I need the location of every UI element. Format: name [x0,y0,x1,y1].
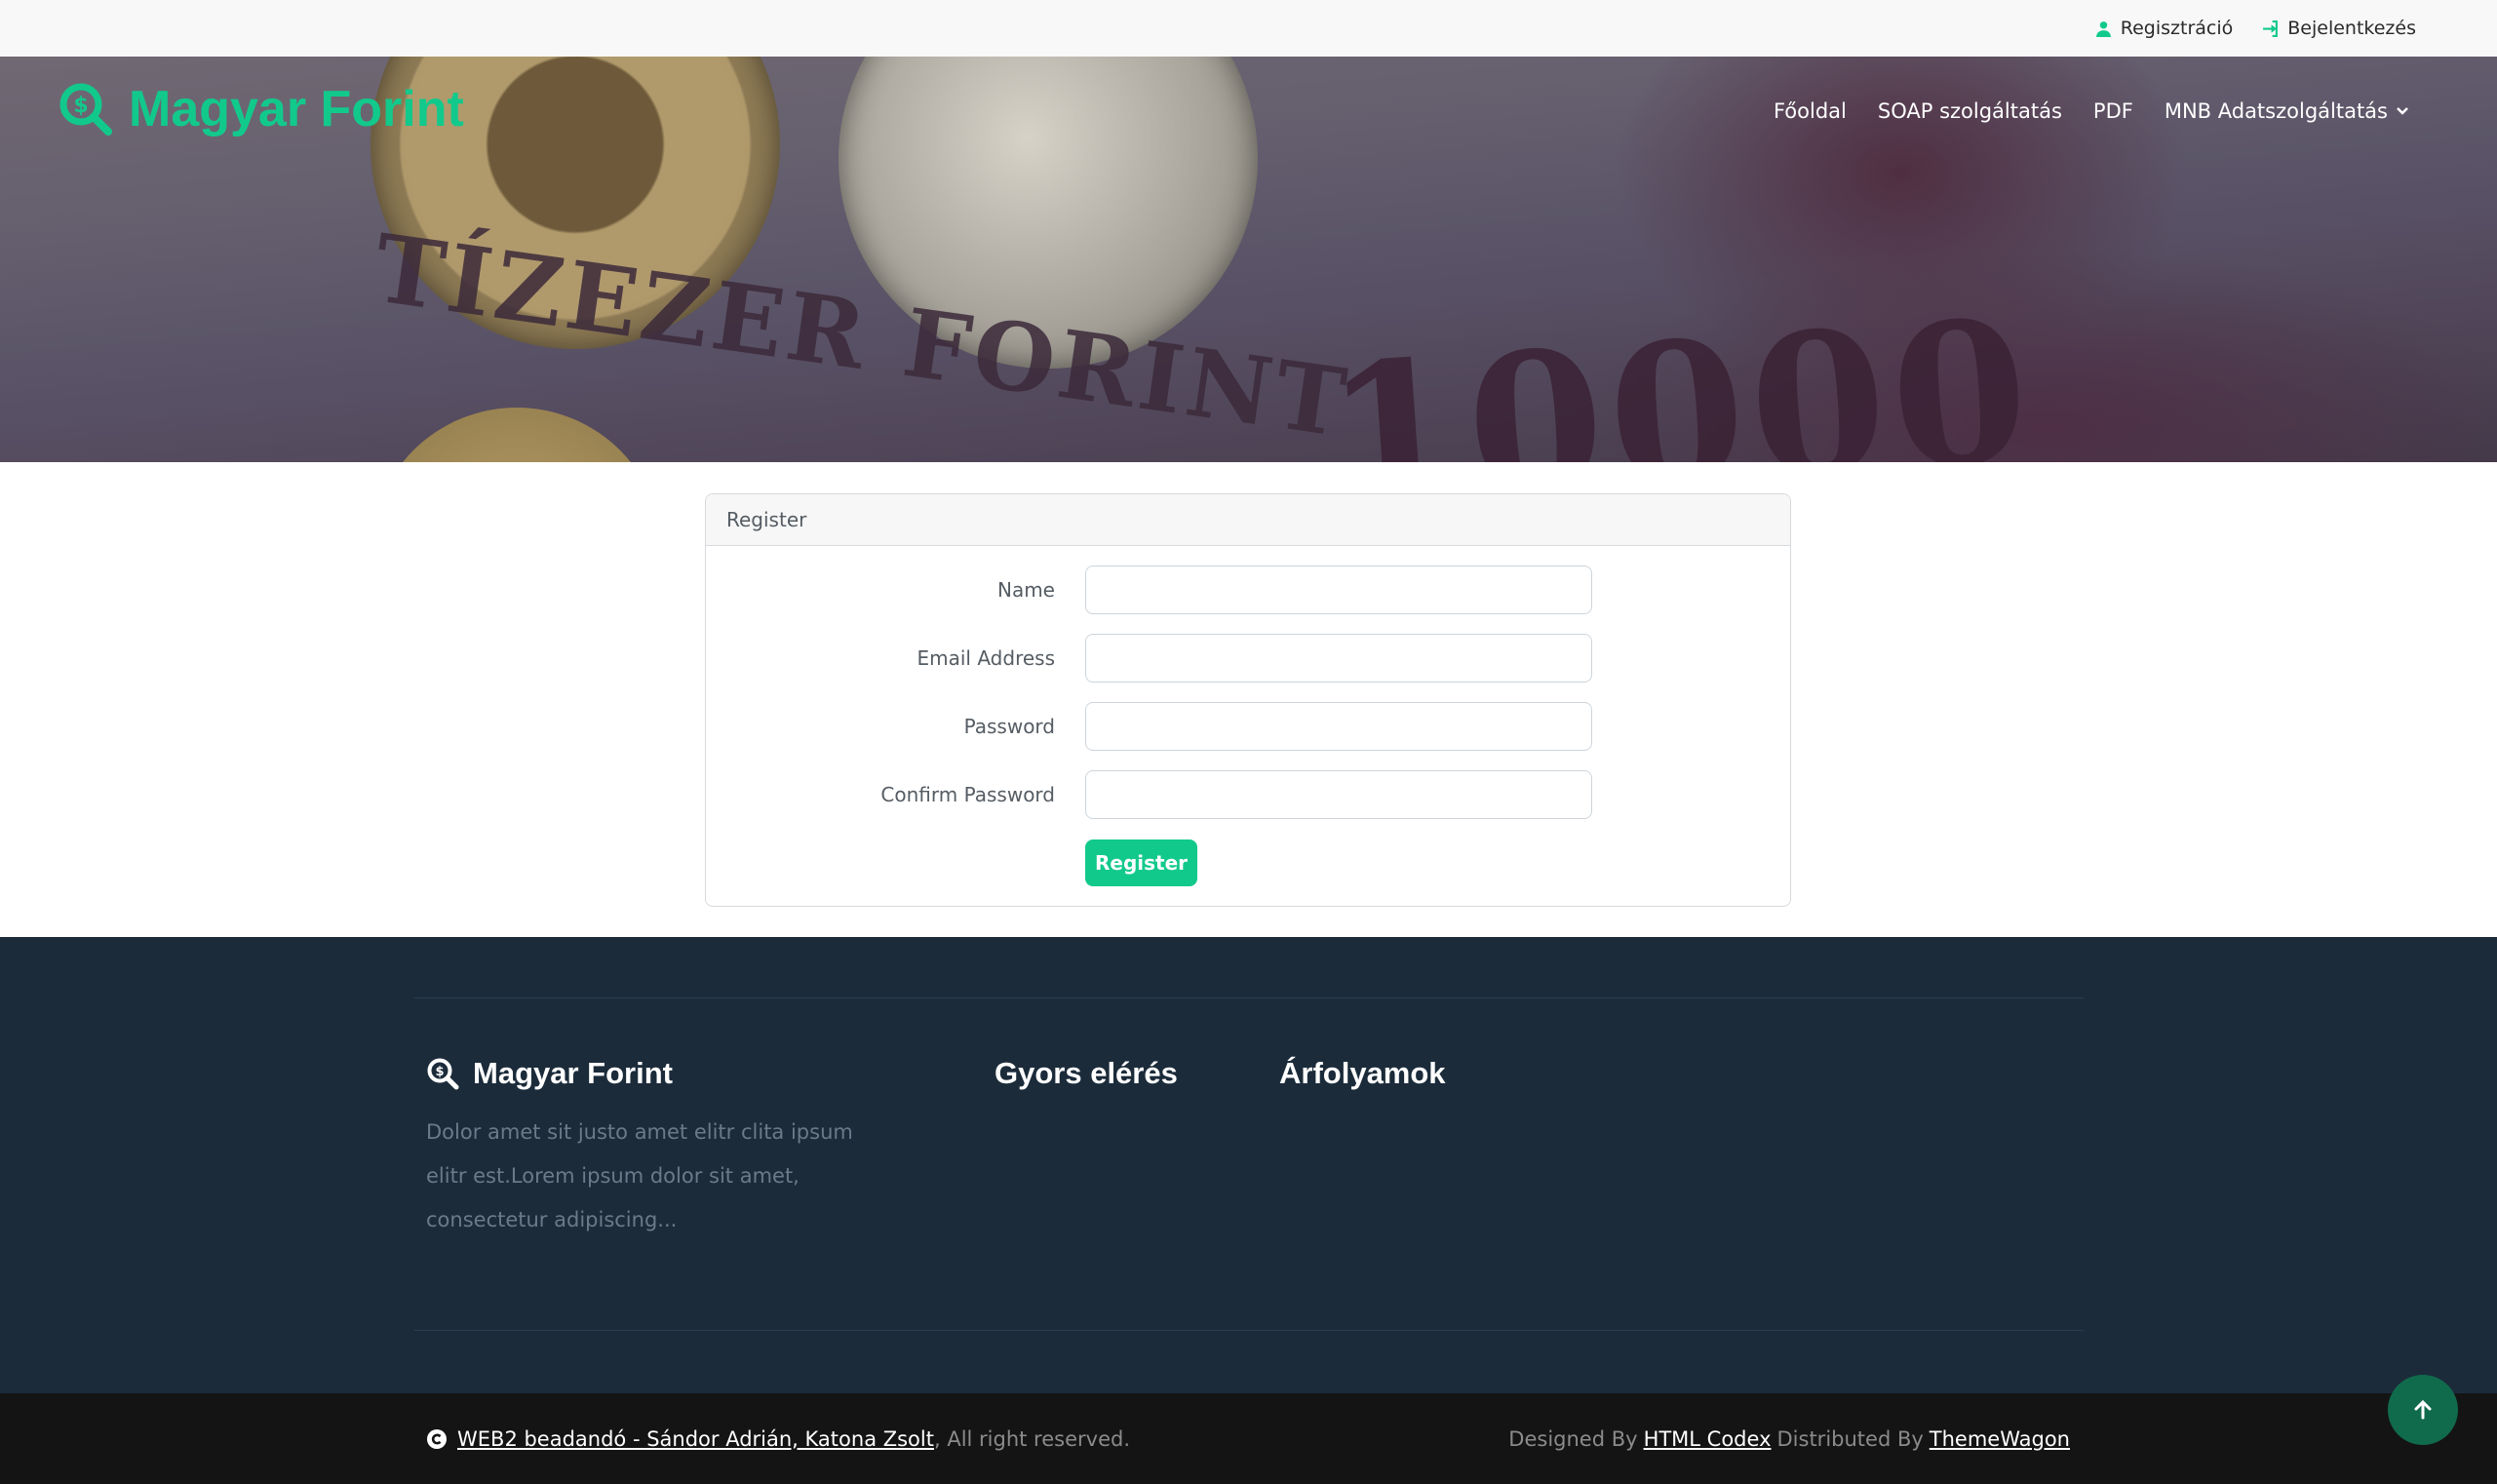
card-header: Register [706,494,1790,546]
coin-image [371,408,663,462]
nav-item-home[interactable]: Főoldal [1774,99,1847,123]
top-bar: Regisztráció Bejelentkezés [0,0,2497,57]
register-link-label: Regisztráció [2120,18,2234,39]
brand-name: Magyar Forint [129,81,464,137]
footer-heading-rates: Árfolyamok [1279,1056,1446,1090]
register-card: Register Name Email Address Password Con… [705,493,1791,907]
email-label: Email Address [917,646,1056,670]
nav-item-pdf[interactable]: PDF [2093,99,2133,123]
footer-brand: $ Magyar Forint [426,1056,673,1091]
account-links: Regisztráció Bejelentkezés [2095,0,2416,57]
copyright-icon [427,1428,447,1449]
copyright-suffix: , All right reserved. [933,1426,1131,1451]
card-title: Register [726,508,807,531]
designer-link[interactable]: HTML Codex [1644,1427,1772,1451]
distributor-link[interactable]: ThemeWagon [1930,1427,2070,1451]
back-to-top-button[interactable] [2388,1375,2458,1445]
banknote-number: 10000 [1318,275,2042,462]
register-button[interactable]: Register [1085,840,1197,886]
arrow-up-icon [2414,1399,2432,1420]
nav-item-label: SOAP szolgáltatás [1877,99,2062,123]
email-input[interactable] [1085,634,1592,683]
password-label: Password [963,715,1055,738]
search-dollar-icon: $ [427,1058,459,1090]
footer-heading-quick-links: Gyors elérés [995,1056,1178,1090]
nav-item-label: PDF [2092,99,2133,123]
login-link[interactable]: Bejelentkezés [2262,18,2416,39]
login-link-label: Bejelentkezés [2287,18,2416,39]
chevron-down-icon [2397,107,2408,115]
distributed-by-label: Distributed By [1776,1426,1924,1451]
nav-item-mnb-dropdown[interactable]: MNB Adatszolgáltatás [2165,99,2409,123]
confirm-password-input[interactable] [1085,770,1592,819]
form-row-email: Email Address [706,634,1790,683]
brand-logo[interactable]: $ Magyar Forint [59,80,464,138]
footer: $ Magyar Forint Dolor amet sit justo ame… [0,937,2497,1393]
designed-by-label: Designed By [1508,1426,1638,1451]
copyright: WEB2 beadandó - Sándor Adrián, Katona Zs… [426,1393,1130,1484]
copyright-link[interactable]: WEB2 beadandó - Sándor Adrián, Katona Zs… [457,1427,934,1451]
form-row-name: Name [706,566,1790,614]
confirm-password-label: Confirm Password [880,783,1055,806]
footer-brand-name: Magyar Forint [473,1056,673,1090]
divider [414,997,2084,998]
nav-item-label: MNB Adatszolgáltatás [2164,99,2388,123]
svg-text:$: $ [435,1065,444,1079]
svg-text:$: $ [73,94,88,118]
sign-in-icon [2263,20,2279,37]
footer-description: Dolor amet sit justo amet elitr clita ip… [426,1120,853,1231]
form-row-password: Password [706,702,1790,751]
main-nav: Főoldal SOAP szolgáltatás PDF MNB Adatsz… [1774,99,2409,123]
search-dollar-icon: $ [59,83,112,136]
name-input[interactable] [1085,566,1592,614]
form-row-confirm-password: Confirm Password [706,770,1790,819]
password-input[interactable] [1085,702,1592,751]
nav-item-label: Főoldal [1773,99,1847,123]
credits: Designed By HTML Codex Distributed By Th… [1508,1393,2070,1484]
divider [414,1330,2084,1331]
nav-item-soap[interactable]: SOAP szolgáltatás [1878,99,2062,123]
user-icon [2095,20,2111,37]
register-link[interactable]: Regisztráció [2095,18,2234,39]
copyright-bar: WEB2 beadandó - Sándor Adrián, Katona Zs… [0,1393,2497,1484]
name-label: Name [996,578,1055,602]
